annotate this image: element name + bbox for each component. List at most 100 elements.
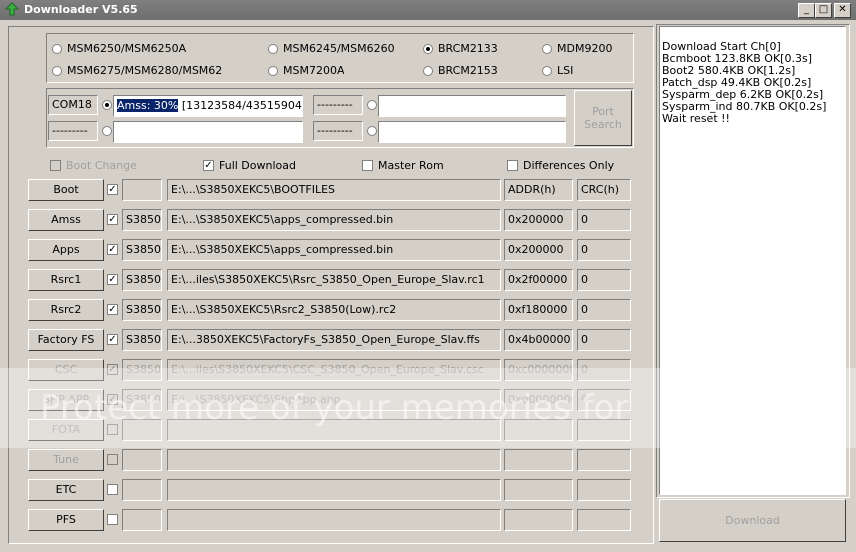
apps-path-field[interactable]: E:\...\S3850XEKC5\apps_compressed.bin: [167, 239, 501, 261]
amss-checkbox[interactable]: ✓: [107, 214, 118, 225]
close-button[interactable]: ✕: [834, 3, 851, 18]
rsrc2-button[interactable]: Rsrc2: [28, 299, 104, 321]
csc-path-field[interactable]: E:\...iles\S3850XEKC5\CSC_S3850_Open_Eur…: [167, 359, 501, 381]
chipset-radio[interactable]: [542, 66, 552, 76]
maximize-button[interactable]: □: [815, 3, 832, 18]
master-rom-label: Master Rom: [378, 159, 444, 172]
full-download-checkbox[interactable]: ✓: [203, 160, 214, 171]
shp-app-path-field[interactable]: E:\...\S3850XEKC5\ShpApp.app: [167, 389, 501, 411]
rsrc2-addr-field[interactable]: 0xf180000: [504, 299, 573, 321]
full-download-label: Full Download: [219, 159, 296, 172]
pfs-addr-field[interactable]: [504, 509, 573, 531]
tune-model-field: [122, 449, 162, 471]
port-3-status: [113, 121, 303, 143]
chipset-label: MDM9200: [557, 42, 613, 55]
chipset-label: BRCM2133: [438, 42, 498, 55]
shp-app-checkbox[interactable]: ✓: [107, 394, 118, 405]
tune-addr-field[interactable]: [504, 449, 573, 471]
port-search-button[interactable]: Port Search: [574, 90, 632, 146]
port-3-radio[interactable]: [102, 126, 112, 136]
etc-button[interactable]: ETC: [28, 479, 104, 501]
csc-addr-field[interactable]: 0xc0000000: [504, 359, 573, 381]
apps-crc-field: 0: [577, 239, 631, 261]
minimize-button[interactable]: _: [798, 3, 815, 18]
differences-only-label: Differences Only: [523, 159, 615, 172]
factory-fs-crc-field: 0: [577, 329, 631, 351]
tune-crc-field: [577, 449, 631, 471]
amss-addr-field[interactable]: 0x200000: [504, 209, 573, 231]
differences-only-checkbox[interactable]: [507, 160, 518, 171]
factory-fs-checkbox[interactable]: ✓: [107, 334, 118, 345]
factory-fs-path-field[interactable]: E:\...3850XEKC5\FactoryFs_S3850_Open_Eur…: [167, 329, 501, 351]
rsrc1-path-field[interactable]: E:\...iles\S3850XEKC5\Rsrc_S3850_Open_Eu…: [167, 269, 501, 291]
amss-button[interactable]: Amss: [28, 209, 104, 231]
boot-path-field[interactable]: E:\...\S3850XEKC5\BOOTFILES: [167, 179, 501, 201]
pfs-button[interactable]: PFS: [28, 509, 104, 531]
csc-model-field: S3850: [122, 359, 162, 381]
fota-model-field: [122, 419, 162, 441]
rsrc2-crc-field: 0: [577, 299, 631, 321]
tune-button[interactable]: Tune: [28, 449, 104, 471]
rsrc2-model-field: S3850: [122, 299, 162, 321]
tune-path-field[interactable]: [167, 449, 501, 471]
amss-crc-field: 0: [577, 209, 631, 231]
download-button[interactable]: Download: [659, 499, 846, 542]
port-2-radio[interactable]: [367, 100, 377, 110]
chipset-radio[interactable]: [423, 44, 433, 54]
rsrc1-checkbox[interactable]: ✓: [107, 274, 118, 285]
shp-app-addr-field[interactable]: 0xd0000000: [504, 389, 573, 411]
port-4-label: ---------: [313, 121, 363, 141]
boot-change-checkbox[interactable]: [50, 160, 61, 171]
port-1-label: COM18: [48, 95, 98, 115]
rsrc2-checkbox[interactable]: ✓: [107, 304, 118, 315]
port-1-radio[interactable]: [102, 100, 112, 110]
chipset-radio[interactable]: [268, 44, 278, 54]
chipset-label: MSM6245/MSM6260: [283, 42, 395, 55]
rsrc1-addr-field[interactable]: 0x2f00000: [504, 269, 573, 291]
etc-path-field[interactable]: [167, 479, 501, 501]
boot-checkbox[interactable]: ✓: [107, 184, 118, 195]
port-4-status: [378, 121, 566, 143]
window-title: Downloader V5.65: [24, 3, 138, 16]
amss-path-field[interactable]: E:\...\S3850XEKC5\apps_compressed.bin: [167, 209, 501, 231]
factory-fs-button[interactable]: Factory FS: [28, 329, 104, 351]
port-4-radio[interactable]: [367, 126, 377, 136]
csc-checkbox[interactable]: ✓: [107, 364, 118, 375]
port-1-progress-text: Amss: 30%: [117, 99, 179, 112]
main-window: MSM6250/MSM6250A MSM6245/MSM6260 BRCM2133 M…: [0, 20, 856, 552]
apps-button[interactable]: Apps: [28, 239, 104, 261]
etc-checkbox[interactable]: [107, 484, 118, 495]
fota-addr-field[interactable]: [504, 419, 573, 441]
fota-crc-field: [577, 419, 631, 441]
etc-addr-field[interactable]: [504, 479, 573, 501]
pfs-checkbox[interactable]: [107, 514, 118, 525]
boot-model-field: [122, 179, 162, 201]
factory-fs-addr-field[interactable]: 0x4b00000: [504, 329, 573, 351]
port-2-label: ---------: [313, 95, 363, 115]
tune-checkbox[interactable]: [107, 454, 118, 465]
apps-checkbox[interactable]: ✓: [107, 244, 118, 255]
chipset-radio[interactable]: [542, 44, 552, 54]
port-3-label: ---------: [48, 121, 98, 141]
chipset-label: MSM7200A: [283, 64, 345, 77]
csc-button[interactable]: CSC: [28, 359, 104, 381]
shp-app-crc-field: 0: [577, 389, 631, 411]
rsrc2-path-field[interactable]: E:\...\S3850XEKC5\Rsrc2_S3850(Low).rc2: [167, 299, 501, 321]
chipset-radio[interactable]: [268, 66, 278, 76]
fota-checkbox[interactable]: [107, 424, 118, 435]
boot-button[interactable]: Boot: [28, 179, 104, 201]
chipset-radio[interactable]: [423, 66, 433, 76]
chipset-label: MSM6275/MSM6280/MSM6290: [67, 64, 222, 77]
pfs-path-field[interactable]: [167, 509, 501, 531]
fota-button[interactable]: FOTA: [28, 419, 104, 441]
chipset-radio[interactable]: [52, 44, 62, 54]
pfs-crc-field: [577, 509, 631, 531]
apps-addr-field[interactable]: 0x200000: [504, 239, 573, 261]
shp-app-button[interactable]: SHP APP: [28, 389, 104, 411]
master-rom-checkbox[interactable]: [362, 160, 373, 171]
rsrc1-button[interactable]: Rsrc1: [28, 269, 104, 291]
fota-path-field[interactable]: [167, 419, 501, 441]
chipset-label: BRCM2153: [438, 64, 498, 77]
chipset-radio[interactable]: [52, 66, 62, 76]
port-2-status: [378, 95, 566, 117]
